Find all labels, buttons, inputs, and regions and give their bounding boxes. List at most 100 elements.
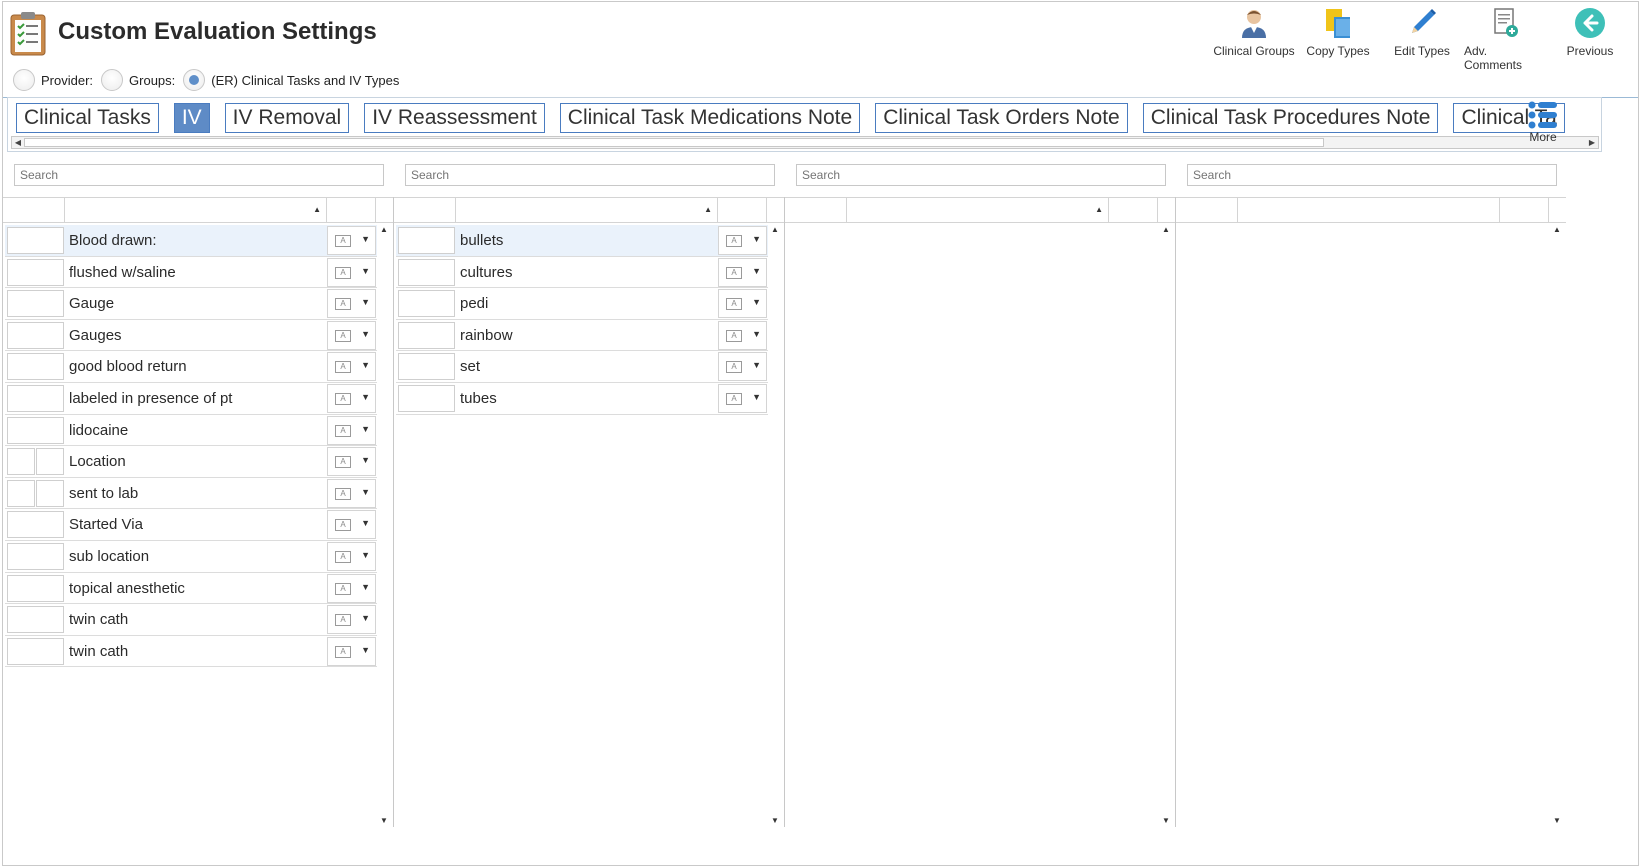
row-checkbox[interactable] <box>7 384 64 412</box>
vertical-scrollbar[interactable]: ▲ ▼ <box>1550 225 1564 825</box>
format-dropdown[interactable]: A ▼ <box>327 257 376 287</box>
row-checkbox[interactable] <box>398 384 455 412</box>
row-checkbox[interactable] <box>398 290 455 318</box>
format-dropdown[interactable]: A ▼ <box>718 289 767 319</box>
tab-clinical-task-medications-note[interactable]: Clinical Task Medications Note <box>559 103 861 133</box>
tab-clinical-task-procedures-note[interactable]: Clinical Task Procedures Note <box>1142 103 1439 133</box>
table-row[interactable]: Gauges A ▼ <box>5 320 377 352</box>
tab-clinical-task-orders-note[interactable]: Clinical Task Orders Note <box>875 103 1128 133</box>
row-checkbox[interactable] <box>398 227 455 254</box>
scrollbar-thumb[interactable] <box>24 138 1324 147</box>
format-dropdown[interactable]: A ▼ <box>327 226 376 255</box>
column-header-format[interactable] <box>1109 198 1158 223</box>
column-header-name[interactable]: ▲ <box>65 198 327 223</box>
tab-iv-reassessment[interactable]: IV Reassessment <box>364 103 545 133</box>
column-header-format[interactable] <box>1500 198 1549 223</box>
row-checkbox-secondary[interactable] <box>36 448 64 476</box>
scroll-up-icon[interactable]: ▲ <box>377 225 391 234</box>
row-checkbox[interactable] <box>7 542 64 570</box>
format-dropdown[interactable]: A ▼ <box>327 636 376 666</box>
table-row[interactable]: tubes A ▼ <box>396 383 768 415</box>
vertical-scrollbar[interactable]: ▲ ▼ <box>768 225 782 825</box>
edit-types-button[interactable]: Edit Types <box>1380 6 1464 72</box>
scroll-up-icon[interactable]: ▲ <box>768 225 782 234</box>
search-input-1[interactable] <box>14 164 384 186</box>
format-dropdown[interactable]: A ▼ <box>327 415 376 445</box>
format-dropdown[interactable]: A ▼ <box>327 478 376 508</box>
row-checkbox[interactable] <box>398 353 455 381</box>
table-row[interactable]: sub location A ▼ <box>5 541 377 573</box>
format-dropdown[interactable]: A ▼ <box>327 605 376 635</box>
row-checkbox[interactable] <box>7 321 64 349</box>
format-dropdown[interactable]: A ▼ <box>327 289 376 319</box>
scroll-left-icon[interactable]: ◀ <box>12 137 24 148</box>
row-checkbox[interactable] <box>7 511 64 539</box>
clinical-groups-button[interactable]: Clinical Groups <box>1212 6 1296 72</box>
search-input-2[interactable] <box>405 164 775 186</box>
table-row[interactable]: rainbow A ▼ <box>396 320 768 352</box>
scroll-down-icon[interactable]: ▼ <box>1550 816 1564 825</box>
column-header-check[interactable] <box>3 198 65 223</box>
tab-clinical-tasks[interactable]: Clinical Tasks <box>16 103 159 133</box>
format-dropdown[interactable]: A ▼ <box>327 447 376 477</box>
scroll-up-icon[interactable]: ▲ <box>1159 225 1173 234</box>
adv-comments-button[interactable]: Adv. Comments <box>1464 6 1548 72</box>
table-row[interactable]: flushed w/saline A ▼ <box>5 257 377 289</box>
format-dropdown[interactable]: A ▼ <box>327 320 376 350</box>
format-dropdown[interactable]: A ▼ <box>327 352 376 382</box>
more-button[interactable]: More <box>1523 100 1563 144</box>
row-checkbox[interactable] <box>7 606 64 634</box>
row-checkbox[interactable] <box>7 637 64 665</box>
scroll-down-icon[interactable]: ▼ <box>768 816 782 825</box>
table-row[interactable]: labeled in presence of pt A ▼ <box>5 383 377 415</box>
vertical-scrollbar[interactable]: ▲ ▼ <box>377 225 391 825</box>
table-row[interactable]: Started Via A ▼ <box>5 509 377 541</box>
er-clinical-tasks-radio[interactable] <box>183 69 206 91</box>
column-header-name[interactable]: ▲ <box>456 198 718 223</box>
vertical-scrollbar[interactable]: ▲ ▼ <box>1159 225 1173 825</box>
row-checkbox[interactable] <box>398 258 455 286</box>
row-checkbox[interactable] <box>7 227 64 254</box>
table-row[interactable]: pedi A ▼ <box>396 288 768 320</box>
row-checkbox[interactable] <box>398 321 455 349</box>
column-header-check[interactable] <box>1176 198 1238 223</box>
format-dropdown[interactable]: A ▼ <box>327 573 376 603</box>
table-row[interactable]: twin cath A ▼ <box>5 604 377 636</box>
table-row[interactable]: good blood return A ▼ <box>5 351 377 383</box>
table-row[interactable]: sent to lab A ▼ <box>5 478 377 510</box>
previous-button[interactable]: Previous <box>1548 6 1632 72</box>
scroll-down-icon[interactable]: ▼ <box>1159 816 1173 825</box>
format-dropdown[interactable]: A ▼ <box>327 510 376 540</box>
search-input-4[interactable] <box>1187 164 1557 186</box>
groups-radio[interactable] <box>101 69 124 91</box>
provider-radio[interactable] <box>13 69 35 91</box>
table-row[interactable]: lidocaine A ▼ <box>5 415 377 447</box>
row-checkbox[interactable] <box>7 290 64 318</box>
scroll-up-icon[interactable]: ▲ <box>1550 225 1564 234</box>
format-dropdown[interactable]: A ▼ <box>718 352 767 382</box>
row-checkbox[interactable] <box>7 574 64 602</box>
format-dropdown[interactable]: A ▼ <box>718 226 767 255</box>
row-checkbox-secondary[interactable] <box>36 479 64 507</box>
row-checkbox[interactable] <box>7 258 64 286</box>
table-row[interactable]: Gauge A ▼ <box>5 288 377 320</box>
column-header-name[interactable]: ▲ <box>847 198 1109 223</box>
format-dropdown[interactable]: A ▼ <box>718 320 767 350</box>
column-header-format[interactable] <box>327 198 376 223</box>
scroll-right-icon[interactable]: ▶ <box>1586 137 1598 148</box>
table-row[interactable]: Location A ▼ <box>5 446 377 478</box>
tab-iv[interactable]: IV <box>173 103 210 133</box>
row-checkbox[interactable] <box>7 353 64 381</box>
format-dropdown[interactable]: A ▼ <box>718 257 767 287</box>
column-header-check[interactable] <box>394 198 456 223</box>
tab-horizontal-scrollbar[interactable]: ◀ ▶ <box>11 136 1599 149</box>
tab-iv-removal[interactable]: IV Removal <box>224 103 350 133</box>
format-dropdown[interactable]: A ▼ <box>327 541 376 571</box>
search-input-3[interactable] <box>796 164 1166 186</box>
table-row[interactable]: Blood drawn: A ▼ <box>5 225 377 257</box>
format-dropdown[interactable]: A ▼ <box>718 383 767 413</box>
copy-types-button[interactable]: Copy Types <box>1296 6 1380 72</box>
row-checkbox[interactable] <box>7 416 64 444</box>
column-header-name[interactable] <box>1238 198 1500 223</box>
format-dropdown[interactable]: A ▼ <box>327 383 376 413</box>
